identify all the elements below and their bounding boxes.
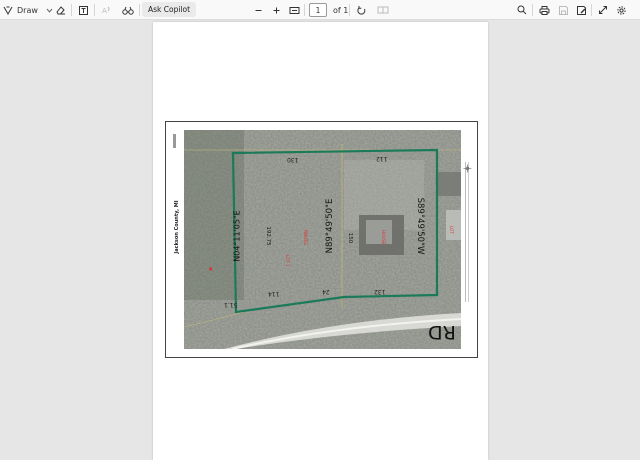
dimension-bottom-left: 114 — [268, 290, 280, 297]
expand-icon — [598, 5, 608, 15]
fullscreen-button[interactable] — [596, 3, 610, 17]
settings-button[interactable] — [614, 3, 628, 17]
toolbar-divider — [139, 4, 140, 16]
zoom-in-button[interactable] — [269, 3, 283, 17]
eraser-button[interactable] — [53, 3, 67, 17]
dimension-inner-mid: 150 — [347, 232, 353, 244]
page-number-group: 1 of 1 — [309, 3, 348, 17]
text-box-icon — [78, 5, 89, 16]
svg-text:PARCEL: PARCEL — [303, 230, 308, 246]
north-arrow-icon — [463, 158, 472, 173]
fit-to-page-button[interactable] — [287, 3, 301, 17]
ask-copilot-button[interactable]: Ask Copilot — [142, 2, 197, 17]
road-label: RD — [428, 321, 456, 343]
dimension-left-side: 51.1 — [224, 301, 238, 308]
svg-text:●: ● — [209, 266, 213, 271]
draw-tool-button[interactable]: Draw — [3, 3, 53, 17]
page-view-button[interactable] — [376, 3, 390, 17]
plus-icon — [272, 6, 281, 15]
immersive-reader-icon — [122, 5, 134, 16]
read-aloud-icon: A — [101, 5, 112, 16]
read-aloud-button[interactable]: A — [99, 3, 113, 17]
fit-page-icon — [289, 6, 300, 15]
bearing-top: N89°49'50"E — [325, 198, 335, 254]
toolbar-divider — [532, 4, 533, 16]
text-box-button[interactable] — [76, 3, 90, 17]
page-total-label: of 1 — [333, 5, 349, 15]
dimension-top-right: 112 — [376, 155, 388, 162]
save-button[interactable] — [556, 3, 570, 17]
two-page-icon — [377, 5, 389, 15]
dimension-top-left: 130 — [287, 156, 299, 163]
print-button[interactable] — [537, 3, 551, 17]
aerial-image: LOT 1 PARCEL HOUSE ● LOT 130 112 114 24 … — [184, 130, 461, 349]
svg-text:LOT 1: LOT 1 — [285, 255, 290, 267]
toolbar-divider — [349, 4, 350, 16]
toolbar-divider — [71, 4, 72, 16]
rotate-icon — [356, 5, 367, 16]
save-as-icon — [576, 5, 587, 16]
bearing-right: S89°49'50"W — [415, 197, 425, 255]
gear-icon — [616, 5, 627, 16]
county-label: Jackson County, MI — [174, 200, 180, 254]
zoom-out-button[interactable] — [251, 3, 265, 17]
draw-label: Draw — [17, 5, 38, 15]
svg-text:LOT: LOT — [449, 226, 454, 234]
pdf-toolbar: Draw A Ask Copilot 1 of 1 — [0, 0, 640, 20]
map-id-stamp — [173, 134, 176, 148]
svg-text:HOUSE: HOUSE — [381, 230, 386, 245]
chevron-down-icon[interactable] — [46, 8, 53, 13]
toolbar-divider — [94, 4, 95, 16]
eraser-icon — [55, 5, 66, 16]
save-icon — [558, 5, 569, 16]
bearing-left: N04°11'05"E — [232, 210, 242, 262]
draw-icon — [3, 5, 13, 15]
county-label-wrap: Jackson County, MI — [172, 177, 182, 277]
search-button[interactable] — [515, 3, 529, 17]
print-icon — [539, 5, 550, 16]
toolbar-divider — [304, 4, 305, 16]
svg-text:A: A — [102, 7, 107, 15]
toolbar-divider — [591, 4, 592, 16]
page-number-input[interactable]: 1 — [309, 3, 327, 17]
dimension-bottom-right: 132 — [374, 288, 386, 295]
legend-text-block — [468, 162, 469, 302]
minus-icon — [254, 6, 263, 15]
immersive-reader-button[interactable] — [121, 3, 135, 17]
rotate-button[interactable] — [354, 3, 368, 17]
search-icon — [517, 5, 527, 15]
parcel-map: Jackson County, MI LOT 1 PARCEL HOUSE ● … — [165, 121, 478, 358]
dimension-bottom-mid: 24 — [322, 288, 330, 295]
dimension-inner-left: 192.75 — [265, 226, 271, 246]
legend-text-block — [465, 162, 466, 302]
save-as-button[interactable] — [574, 3, 588, 17]
